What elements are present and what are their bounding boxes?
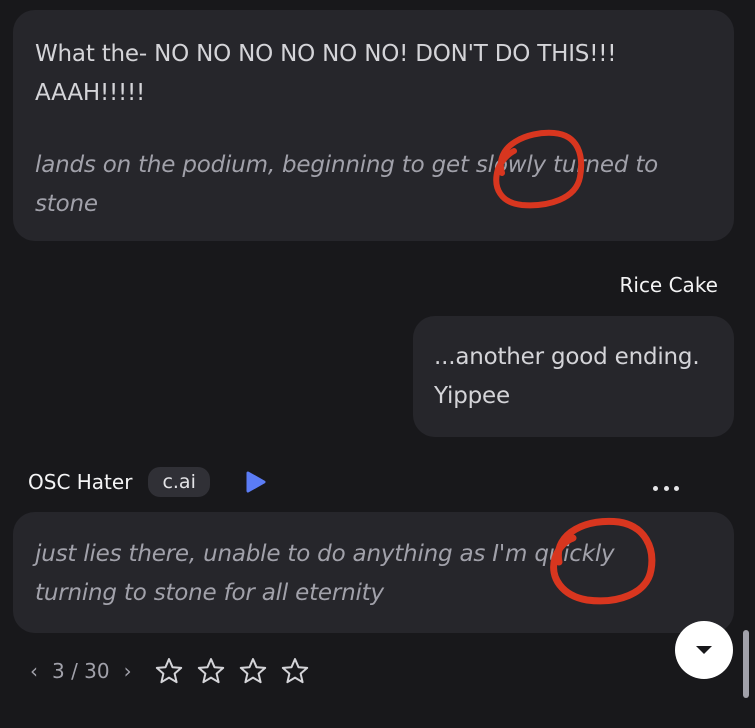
message-action-line: turning to stone for all eternity bbox=[35, 580, 384, 606]
more-options-icon[interactable] bbox=[653, 478, 679, 498]
star-icon[interactable] bbox=[154, 656, 184, 686]
message-action-line: lands on the podium, beginning to get sl… bbox=[35, 152, 659, 178]
ai-badge: c.ai bbox=[148, 467, 210, 497]
character-message-bubble: What the- NO NO NO NO NO NO! DON'T DO TH… bbox=[13, 10, 734, 241]
user-name: Rice Cake bbox=[619, 273, 718, 297]
message-action-line: stone bbox=[35, 191, 98, 217]
previous-response-button[interactable]: ‹ bbox=[26, 659, 42, 683]
message-action-line: just lies there, unable to do anything a… bbox=[35, 541, 615, 567]
response-count: 3 / 30 bbox=[52, 659, 110, 683]
star-icon[interactable] bbox=[280, 656, 310, 686]
character-name: OSC Hater bbox=[28, 470, 133, 494]
message-text-line: ...another good ending. bbox=[434, 344, 700, 370]
response-pager: ‹ 3 / 30 › bbox=[26, 655, 310, 687]
next-response-button[interactable]: › bbox=[120, 659, 136, 683]
play-icon[interactable] bbox=[244, 469, 268, 495]
scroll-to-bottom-button[interactable] bbox=[675, 621, 733, 679]
character-header: OSC Hater c.ai bbox=[28, 466, 268, 498]
character-message-bubble: just lies there, unable to do anything a… bbox=[13, 512, 734, 633]
chat-screen: What the- NO NO NO NO NO NO! DON'T DO TH… bbox=[0, 0, 755, 728]
star-icon[interactable] bbox=[238, 656, 268, 686]
star-icon[interactable] bbox=[196, 656, 226, 686]
user-message-bubble: ...another good ending. Yippee bbox=[413, 316, 734, 437]
message-text-line: AAAH!!!!! bbox=[35, 80, 146, 106]
scrollbar[interactable] bbox=[743, 630, 749, 698]
message-text-line: What the- NO NO NO NO NO NO! DON'T DO TH… bbox=[35, 41, 617, 67]
message-text-line: Yippee bbox=[434, 383, 510, 409]
chevron-down-icon bbox=[696, 646, 712, 654]
rating-stars bbox=[154, 656, 310, 686]
